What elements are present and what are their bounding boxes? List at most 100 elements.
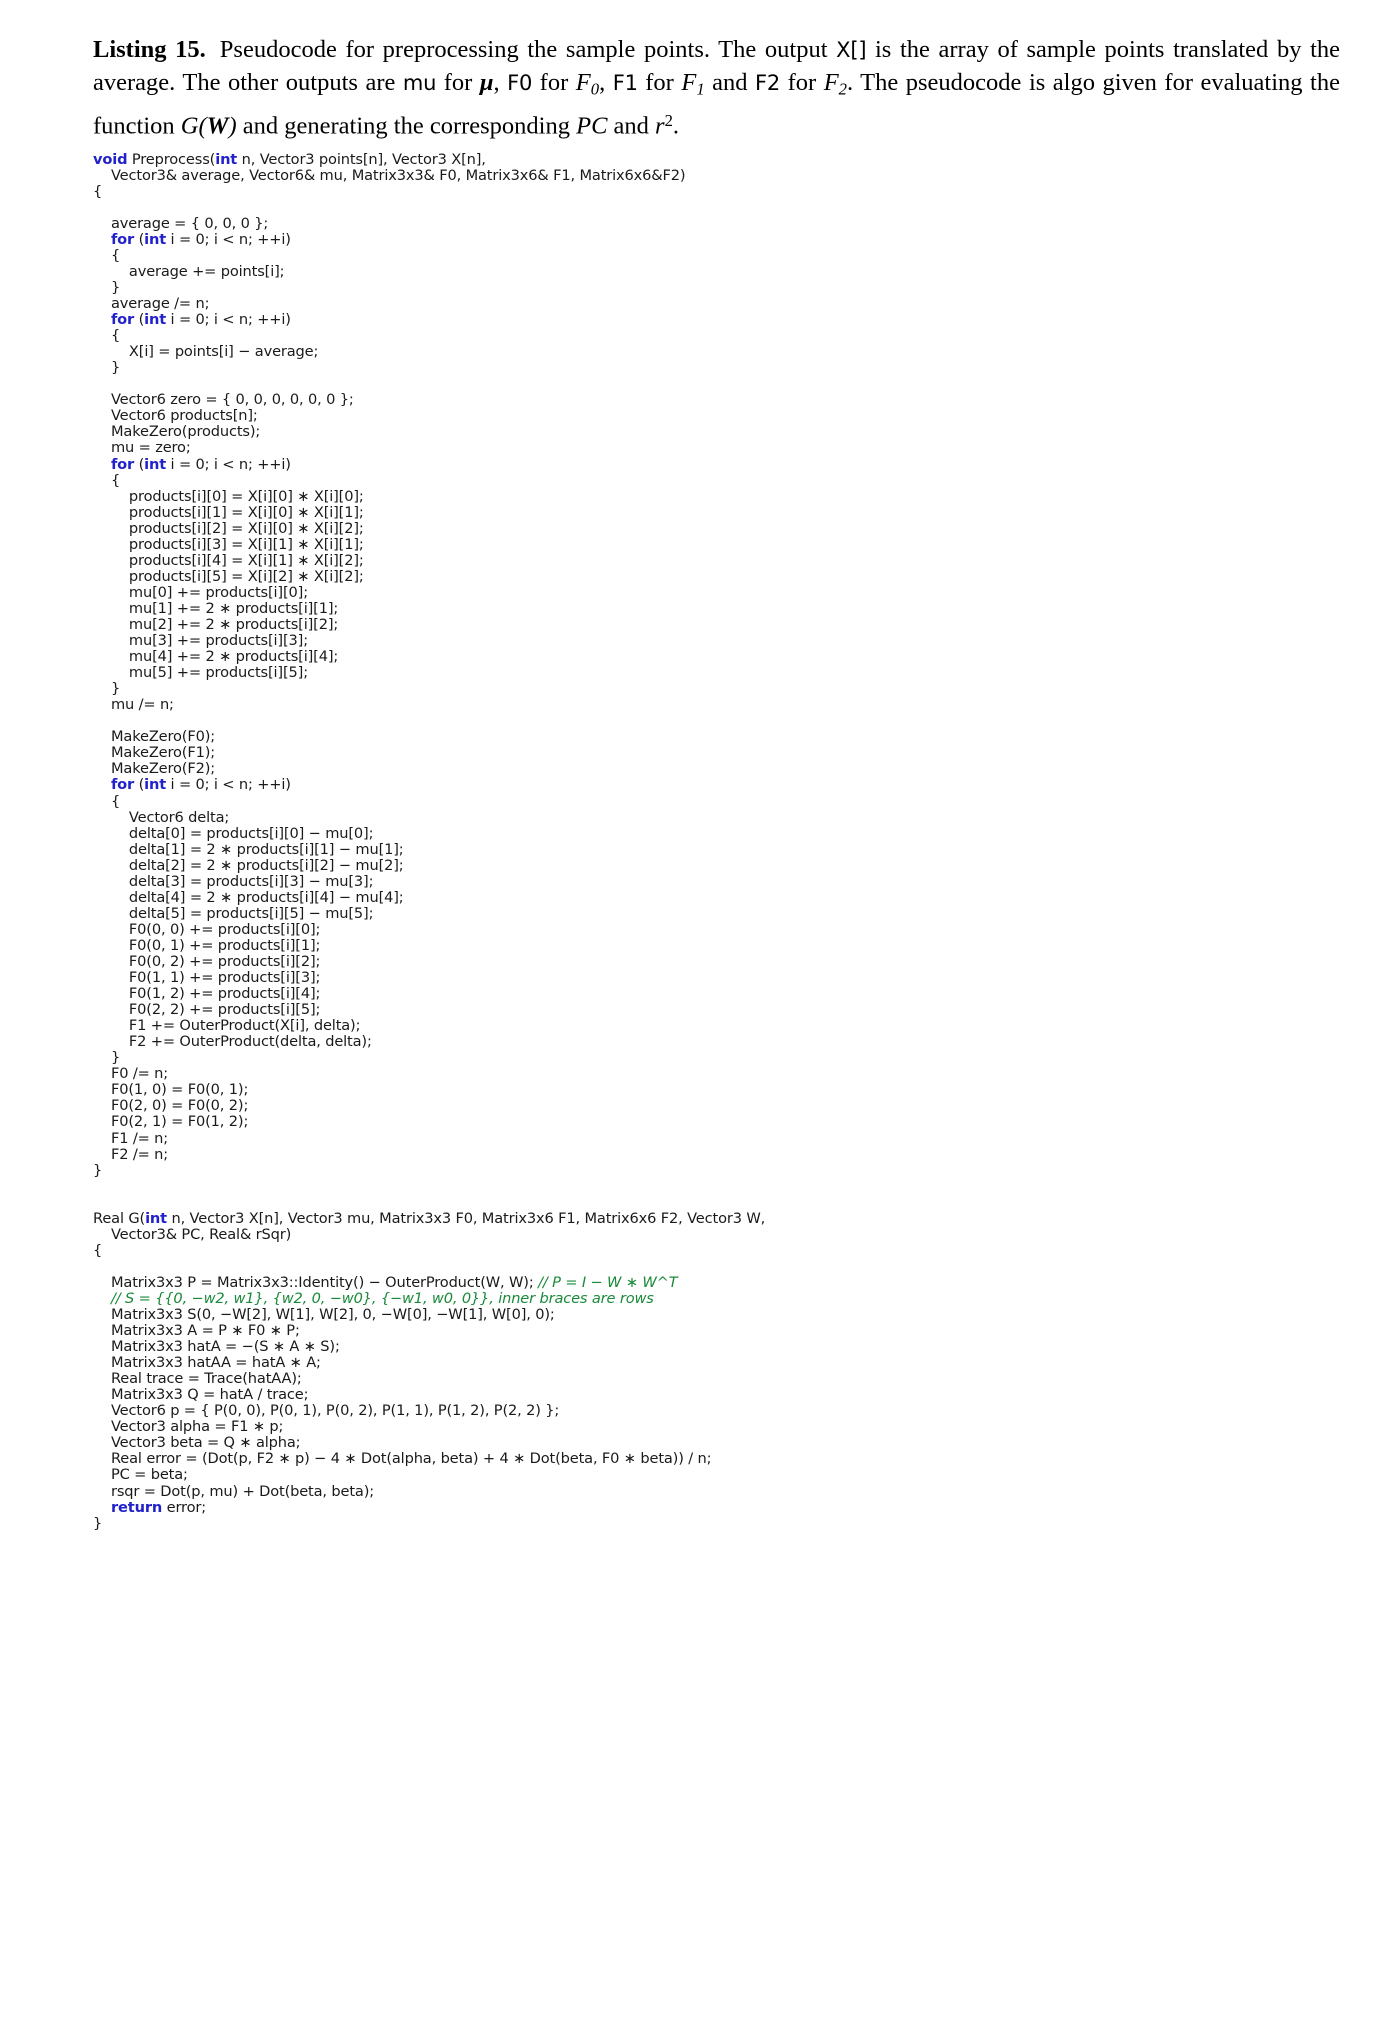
code-line: mu[1] += 2 ∗ products[i][1]; [93, 600, 1340, 617]
code-line: } [93, 360, 1340, 376]
code-line: mu /= n; [93, 697, 1340, 713]
code-line: Real error = (Dot(p, F2 ∗ p) − 4 ∗ Dot(a… [93, 1451, 1340, 1467]
code-text: MakeZero(F2); [110, 760, 216, 778]
code-text: mu = zero; [110, 439, 191, 457]
caption-text-part3: for [436, 68, 480, 96]
code-text: mu[4] += 2 ∗ products[i][4]; [128, 648, 339, 666]
code-text: ( [134, 311, 145, 329]
code-text: Matrix3x3 hatA = −(S ∗ A ∗ S); [110, 1338, 340, 1356]
code-text: { [110, 246, 121, 264]
code-text: Vector6 delta; [128, 808, 230, 826]
code-text: i = 0; i < n; ++i) [166, 776, 291, 794]
code-text: } [110, 680, 121, 698]
code-text: delta[5] = products[i][5] − mu[5]; [128, 904, 374, 922]
code-text: delta[4] = 2 ∗ products[i][4] − mu[4]; [128, 888, 404, 906]
code-text: F1 += OuterProduct(X[i], delta); [128, 1017, 361, 1035]
code-line: X[i] = points[i] − average; [93, 344, 1340, 360]
code-text: i = 0; i < n; ++i) [166, 230, 291, 248]
code-keyword: for [110, 455, 135, 473]
code-line: mu[3] += products[i][3]; [93, 633, 1340, 649]
code-text: } [110, 279, 121, 297]
code-line: products[i][2] = X[i][0] ∗ X[i][2]; [93, 520, 1340, 537]
code-line: mu[5] += products[i][5]; [93, 665, 1340, 681]
code-line: } [93, 1514, 1340, 1532]
caption-math-f0: F [575, 68, 591, 96]
code-text: F0(2, 0) = F0(0, 2); [110, 1097, 249, 1115]
caption-text-part6: , [599, 68, 613, 96]
code-line: F0(0, 1) += products[i][1]; [93, 936, 1340, 954]
caption-text-part11: and generating the corresponding [236, 112, 577, 140]
code-text: F0(0, 0) += products[i][0]; [128, 920, 321, 938]
code-line: delta[4] = 2 ∗ products[i][4] − mu[4]; [93, 888, 1340, 906]
code-line: Matrix3x3 P = Matrix3x3::Identity() − Ou… [93, 1274, 1340, 1291]
caption-text-part7: for [637, 68, 682, 96]
code-text: ( [134, 776, 145, 794]
code-text: F0(2, 1) = F0(1, 2); [110, 1113, 249, 1131]
code-line: average = { 0, 0, 0 }; [93, 215, 1340, 232]
code-line: products[i][0] = X[i][0] ∗ X[i][0]; [93, 488, 1340, 505]
code-line: delta[5] = products[i][5] − mu[5]; [93, 904, 1340, 922]
code-text: mu[0] += products[i][0]; [128, 583, 308, 601]
code-line: } [93, 279, 1340, 297]
code-text: { [93, 182, 103, 200]
caption-math-g-close: ) [228, 112, 237, 140]
code-text: F0(0, 1) += products[i][1]; [128, 936, 321, 954]
code-text: Matrix3x3 A = P ∗ F0 ∗ P; [110, 1322, 300, 1340]
caption-text-part4: , [493, 68, 508, 96]
code-line: void Preprocess(int n, Vector3 points[n]… [93, 150, 1340, 168]
code-text: F2 /= n; [110, 1145, 169, 1163]
code-line: F2 += OuterProduct(delta, delta); [93, 1034, 1340, 1050]
code-line: Matrix3x3 Q = hatA / trace; [93, 1387, 1340, 1403]
code-text: mu /= n; [110, 696, 174, 714]
code-text: } [93, 1514, 103, 1532]
caption-math-mu: μ [479, 68, 494, 96]
code-line: Vector6 delta; [93, 808, 1340, 826]
code-line: for (int i = 0; i < n; ++i) [93, 455, 1340, 473]
caption-math-g-open: ( [198, 112, 207, 140]
code-text: i = 0; i < n; ++i) [166, 455, 291, 473]
code-line: rsqr = Dot(p, mu) + Dot(beta, beta); [93, 1483, 1340, 1500]
code-text: average /= n; [110, 295, 210, 313]
code-keyword: for [110, 230, 135, 248]
code-line: delta[2] = 2 ∗ products[i][2] − mu[2]; [93, 857, 1340, 874]
code-line: Matrix3x3 S(0, −W[2], W[1], W[2], 0, −W[… [93, 1306, 1340, 1323]
code-text: Preprocess( [127, 150, 216, 168]
code-line: Matrix3x3 hatA = −(S ∗ A ∗ S); [93, 1339, 1340, 1355]
code-text: delta[1] = 2 ∗ products[i][1] − mu[1]; [128, 840, 404, 858]
code-line: MakeZero(F2); [93, 761, 1340, 777]
code-text: Vector6 zero = { 0, 0, 0, 0, 0, 0 }; [110, 391, 354, 409]
code-text: Vector3 beta = Q ∗ alpha; [110, 1434, 301, 1452]
code-line: Vector6 zero = { 0, 0, 0, 0, 0, 0 }; [93, 392, 1340, 408]
code-line: mu[2] += 2 ∗ products[i][2]; [93, 616, 1340, 633]
code-line: Real G(int n, Vector3 X[n], Vector3 mu, … [93, 1210, 1340, 1227]
code-line: F0 /= n; [93, 1066, 1340, 1082]
code-text: F0 /= n; [110, 1065, 169, 1083]
